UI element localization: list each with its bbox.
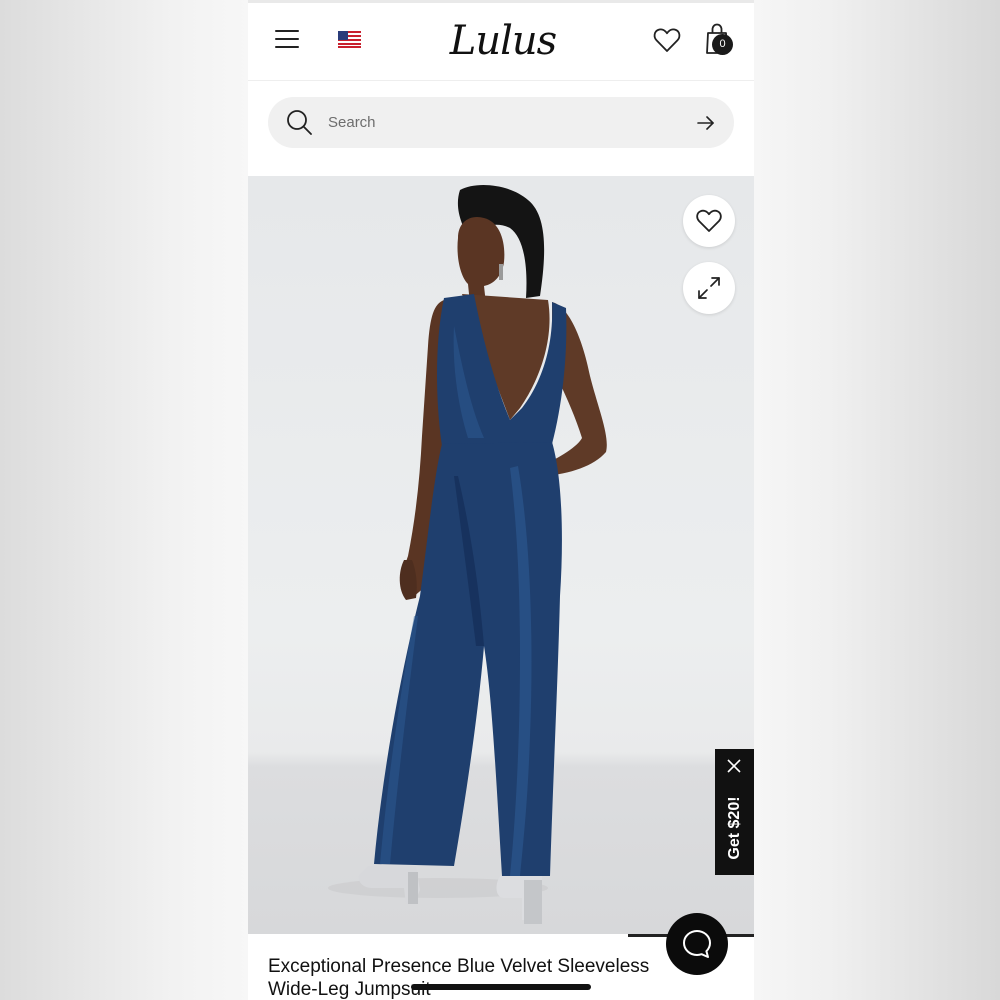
- cart-count-badge: 0: [712, 34, 733, 55]
- search-input[interactable]: [328, 109, 668, 136]
- promo-tab[interactable]: Get $20!: [715, 749, 754, 875]
- hamburger-menu-icon[interactable]: [275, 30, 299, 50]
- arrow-right-icon[interactable]: [696, 114, 716, 132]
- mobile-screen: Lulus 0 Search Get $20! Exceptional Pres…: [248, 0, 754, 1000]
- wishlist-button[interactable]: [683, 195, 735, 247]
- promo-label[interactable]: Get $20!: [725, 784, 745, 872]
- us-flag-icon[interactable]: [338, 31, 361, 48]
- search-icon: [287, 110, 312, 135]
- heart-icon: [696, 209, 722, 232]
- background-left: [0, 0, 248, 1000]
- search-bar[interactable]: [268, 97, 734, 148]
- expand-icon: [698, 277, 720, 299]
- product-title-line-1: Exceptional Presence Blue Velvet Sleevel…: [268, 956, 650, 977]
- background-right: [754, 0, 1000, 1000]
- site-header: Lulus 0: [248, 3, 754, 81]
- product-image[interactable]: [248, 176, 754, 934]
- lulus-logo[interactable]: Lulus: [448, 17, 558, 65]
- heart-icon[interactable]: [653, 27, 681, 53]
- model-in-velvet-jumpsuit: [328, 184, 607, 924]
- close-icon[interactable]: [727, 759, 741, 773]
- product-title: Exceptional Presence Blue Velvet Sleevel…: [268, 955, 738, 1000]
- expand-image-button[interactable]: [683, 262, 735, 314]
- home-indicator[interactable]: [411, 984, 591, 990]
